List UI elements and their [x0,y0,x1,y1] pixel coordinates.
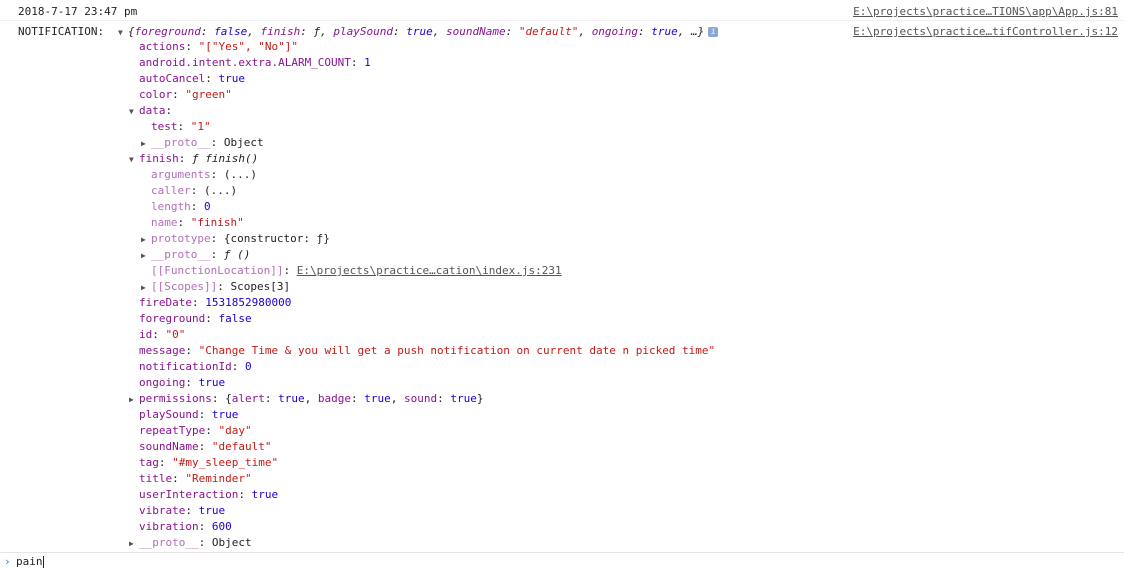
prop-finish-length: length: 0 [151,200,211,213]
console-prompt-row[interactable]: › pain [0,552,1124,570]
prop-finish[interactable]: ▼ finish: ƒ finish() [129,151,258,167]
prop-autocancel: autoCancel: true [139,72,245,85]
prop-permissions[interactable]: ▶ permissions: {alert: true, badge: true,… [129,391,483,407]
text-caret [42,556,44,568]
collapsed-triangle-icon[interactable]: ▶ [129,536,139,552]
prop-notificationid: notificationId: 0 [139,360,252,373]
prop-finish-proto[interactable]: ▶ __proto__: ƒ () [141,247,250,263]
prop-data[interactable]: ▼ data: [129,103,172,119]
prop-color: color: "green" [139,88,232,101]
prop-data-proto[interactable]: ▶ __proto__: Object [141,135,264,151]
timestamp-text: 2018-7-17 23:47 pm [18,5,138,18]
prop-data-test: test: "1" [151,120,211,133]
expanded-triangle-icon[interactable]: ▼ [129,104,139,120]
console-message-notification: NOTIFICATION: ▼ {foreground: false, finis… [0,24,1124,40]
prop-finish-prototype[interactable]: ▶ prototype: {constructor: ƒ} [141,231,330,247]
collapsed-triangle-icon[interactable]: ▶ [141,136,151,152]
prop-title: title: "Reminder" [139,472,252,485]
expanded-triangle-icon[interactable]: ▼ [129,152,139,168]
prop-scopes[interactable]: ▶ [[Scopes]]: Scopes[3] [141,279,290,295]
prop-vibration: vibration: 600 [139,520,232,533]
prop-foreground: foreground: false [139,312,252,325]
collapsed-triangle-icon[interactable]: ▶ [141,232,151,248]
prop-actions: actions: "["Yes", "No"]" [139,40,298,53]
prop-repeattype: repeatType: "day" [139,424,252,437]
prop-finish-name: name: "finish" [151,216,244,229]
function-location-link[interactable]: E:\projects\practice…cation\index.js:231 [297,264,562,277]
collapsed-triangle-icon[interactable]: ▶ [141,280,151,296]
prop-finish-caller[interactable]: caller: (...) [151,183,237,199]
prompt-chevron-icon: › [4,555,11,568]
prop-userinteraction: userInteraction: true [139,488,279,501]
console-input[interactable]: pain [16,555,44,569]
expanded-triangle-icon[interactable]: ▼ [118,25,128,41]
prop-tag: tag: "#my_sleep_time" [139,456,279,469]
prop-ongoing: ongoing: true [139,376,226,389]
prop-vibrate: vibrate: true [139,504,226,517]
prop-soundname: soundName: "default" [139,440,272,453]
prop-id: id: "0" [139,328,186,341]
prop-playsound: playSound: true [139,408,239,421]
prop-function-location: [[FunctionLocation]]: E:\projects\practi… [151,264,562,277]
prop-firedate: fireDate: 1531852980000 [139,296,292,309]
info-icon[interactable]: i [708,27,719,37]
prop-alarm-count: android.intent.extra.ALARM_COUNT: 1 [139,56,371,69]
source-link-app-js[interactable]: E:\projects\practice…TIONS\app\App.js:81 [853,4,1118,20]
console-message-timestamp: 2018-7-17 23:47 pm E:\projects\practice…… [0,4,1124,21]
source-link-notifcontroller-js[interactable]: E:\projects\practice…tifController.js:12 [853,24,1118,40]
prop-finish-arguments[interactable]: arguments: (...) [151,167,257,183]
prop-root-proto[interactable]: ▶ __proto__: Object [129,535,252,551]
collapsed-triangle-icon[interactable]: ▶ [141,248,151,264]
notification-label: NOTIFICATION: [18,25,105,38]
collapsed-triangle-icon[interactable]: ▶ [129,392,139,408]
prop-message: message: "Change Time & you will get a p… [139,344,716,357]
